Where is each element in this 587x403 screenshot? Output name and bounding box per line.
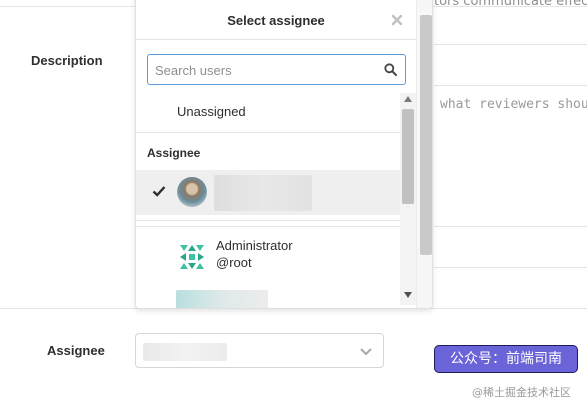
list-scrollbar[interactable] — [400, 93, 416, 305]
scroll-down-icon[interactable] — [404, 292, 412, 298]
selected-user-row[interactable] — [136, 170, 400, 215]
chevron-down-icon — [360, 348, 372, 356]
user-handle[interactable]: @root — [216, 255, 252, 270]
user-name[interactable]: Administrator — [216, 238, 293, 253]
dropdown-header-divider — [136, 39, 416, 40]
dropdown-title: Select assignee — [227, 13, 325, 28]
assignee-dropdown[interactable]: Select assignee Unassigned Assignee Admi… — [135, 0, 433, 309]
close-icon[interactable] — [391, 14, 403, 26]
user-name-redacted — [214, 175, 312, 211]
identicon-avatar — [176, 241, 208, 273]
unassigned-option[interactable]: Unassigned — [177, 104, 246, 119]
scrollbar-thumb[interactable] — [420, 15, 432, 255]
description-label: Description — [31, 53, 103, 68]
check-icon — [152, 186, 166, 197]
avatar — [177, 177, 207, 207]
divider — [136, 132, 400, 133]
wechat-badge: 公众号：前端司南 — [434, 345, 578, 373]
divider — [136, 226, 400, 227]
description-toolbar-border — [434, 44, 587, 45]
assignee-section-header: Assignee — [147, 146, 201, 160]
scrollbar-thumb[interactable] — [402, 109, 414, 204]
description-footer-border — [434, 267, 587, 268]
assignee-select[interactable] — [135, 333, 384, 368]
search-users-field[interactable] — [147, 54, 406, 85]
description-editor-top-border — [434, 85, 587, 86]
divider — [136, 220, 400, 221]
user-row-redacted — [176, 290, 268, 308]
description-editor-bottom-border — [434, 226, 587, 227]
dropdown-scrollbar[interactable] — [416, 0, 432, 308]
watermark: @稀土掘金技术社区 — [472, 386, 571, 399]
selected-assignee-redacted — [143, 343, 227, 361]
search-icon — [384, 63, 397, 76]
search-input[interactable] — [155, 61, 370, 79]
assignee-label: Assignee — [47, 343, 105, 358]
background-help-text: tors communicate effecti — [434, 0, 587, 9]
description-placeholder[interactable]: what reviewers shou — [440, 97, 587, 112]
scroll-up-icon[interactable] — [404, 96, 412, 102]
